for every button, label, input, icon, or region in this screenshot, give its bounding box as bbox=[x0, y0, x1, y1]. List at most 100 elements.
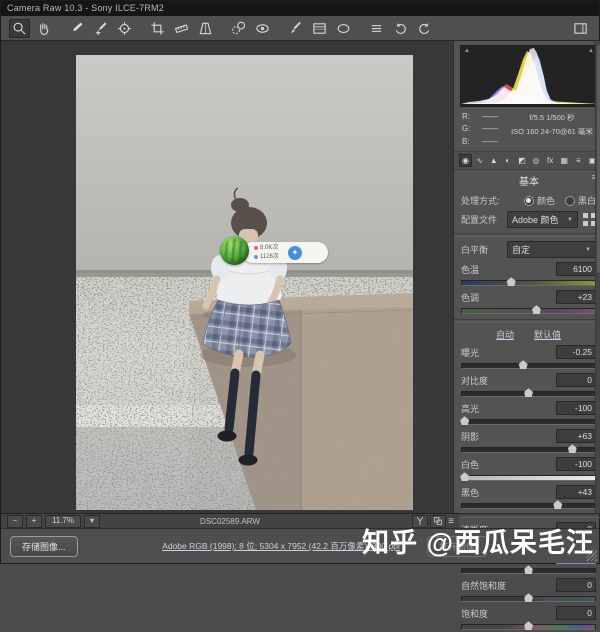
adjustment-brush-tool[interactable] bbox=[285, 19, 306, 38]
tab-effects[interactable]: fx bbox=[544, 154, 557, 167]
save-image-button[interactable]: 存储图像... bbox=[10, 536, 78, 557]
slider-value-field[interactable]: 0 bbox=[556, 373, 596, 387]
slider-value-field[interactable]: +63 bbox=[556, 429, 596, 443]
photo-preview[interactable]: 8.0K次 1126次 ✦ bbox=[76, 55, 413, 510]
sticker-stat1: 8.0K次 bbox=[260, 244, 278, 253]
spot-removal-tool[interactable] bbox=[228, 19, 249, 38]
slider-value-field[interactable]: 0 bbox=[556, 578, 596, 592]
white-balance-tool[interactable] bbox=[66, 19, 87, 38]
zoom-out-button[interactable]: − bbox=[7, 515, 23, 528]
tab-hsl[interactable]: ◐ bbox=[501, 154, 514, 167]
slider-track[interactable] bbox=[461, 419, 596, 425]
red-eye-tool[interactable] bbox=[252, 19, 273, 38]
tab-tone-curve[interactable]: ∿ bbox=[473, 154, 486, 167]
slider-value-field[interactable]: -100 bbox=[556, 401, 596, 415]
tab-basic[interactable]: ◉ bbox=[459, 154, 472, 167]
white-balance-label: 白平衡 bbox=[461, 243, 507, 256]
tab-split-toning[interactable]: ◩ bbox=[515, 154, 528, 167]
panel-scrollbar[interactable] bbox=[595, 41, 600, 513]
slider-track[interactable] bbox=[461, 503, 596, 509]
tab-detail[interactable]: ▲ bbox=[487, 154, 500, 167]
graduated-filter-tool[interactable] bbox=[309, 19, 330, 38]
highlight-clipping-indicator[interactable]: ▲ bbox=[588, 47, 594, 55]
slider-value-field[interactable]: 6100 bbox=[556, 262, 596, 276]
tab-lens-corrections[interactable]: ◎ bbox=[530, 154, 543, 167]
rotate-right-button[interactable] bbox=[414, 19, 435, 38]
transform-icon bbox=[198, 21, 213, 36]
slider-thumb[interactable] bbox=[532, 305, 541, 314]
targeted-adjustment-tool[interactable] bbox=[114, 19, 135, 38]
white-balance-dropdown[interactable]: 自定 ▼ bbox=[507, 241, 596, 258]
zoom-level-select[interactable]: 11.7% bbox=[45, 515, 81, 528]
photo-illustration bbox=[76, 55, 413, 510]
slider-thumb[interactable] bbox=[460, 472, 469, 481]
slider-track[interactable] bbox=[461, 475, 596, 481]
slider-thumb[interactable] bbox=[568, 444, 577, 453]
rotate-left-button[interactable] bbox=[390, 19, 411, 38]
slider-track[interactable] bbox=[461, 363, 596, 369]
slider-row: 阴影 +63 bbox=[461, 429, 596, 443]
slider-thumb[interactable] bbox=[524, 593, 533, 602]
shadow-clipping-indicator[interactable]: ▲ bbox=[464, 47, 470, 55]
color-sampler-tool[interactable] bbox=[90, 19, 111, 38]
divider bbox=[454, 514, 600, 518]
sticker-badge-icon: ✦ bbox=[288, 246, 302, 260]
slider-thumb[interactable] bbox=[519, 360, 528, 369]
tone-sliders: 曝光 -0.25 对比度 0 高光 -100 阴影 +63 白色 -100 黑色… bbox=[461, 345, 596, 509]
tab-presets[interactable]: ≡ bbox=[572, 154, 585, 167]
rgb-row: R:—— bbox=[462, 111, 506, 123]
slider-thumb[interactable] bbox=[524, 565, 533, 574]
divider bbox=[454, 233, 600, 237]
auto-link[interactable]: 自动 bbox=[496, 328, 514, 341]
slider-value-field[interactable]: -0.25 bbox=[556, 345, 596, 359]
slider-value-field[interactable]: -100 bbox=[556, 457, 596, 471]
slider-track[interactable] bbox=[461, 280, 596, 286]
toggle-fullscreen-button[interactable] bbox=[570, 19, 591, 38]
slider-thumb[interactable] bbox=[553, 500, 562, 509]
slider-track[interactable] bbox=[461, 308, 596, 314]
crop-tool[interactable] bbox=[147, 19, 168, 38]
slider-label: 白色 bbox=[461, 458, 479, 471]
dropper-icon bbox=[69, 21, 84, 36]
slider-thumb[interactable] bbox=[507, 277, 516, 286]
fullscreen-icon bbox=[573, 21, 588, 36]
zoom-dropdown-arrow[interactable]: ▾ bbox=[84, 515, 100, 528]
profile-value: Adobe 颜色 bbox=[512, 213, 559, 226]
straighten-tool[interactable] bbox=[171, 19, 192, 38]
transform-tool[interactable] bbox=[195, 19, 216, 38]
zoom-in-button[interactable]: + bbox=[26, 515, 42, 528]
treatment-option-label: 黑白 bbox=[578, 194, 596, 207]
profile-dropdown[interactable]: Adobe 颜色 ▼ bbox=[507, 211, 578, 228]
slider-value-field[interactable]: +23 bbox=[556, 290, 596, 304]
treatment-radio-1[interactable] bbox=[565, 196, 575, 206]
hand-tool[interactable] bbox=[33, 19, 54, 38]
slider-label: 曝光 bbox=[461, 346, 479, 359]
white-balance-value: 自定 bbox=[512, 243, 530, 256]
chevron-down-icon: ▼ bbox=[585, 247, 591, 253]
redeye-icon bbox=[255, 21, 270, 36]
grad-icon bbox=[312, 21, 327, 36]
slider-value-field[interactable]: 0 bbox=[556, 606, 596, 620]
slider-thumb[interactable] bbox=[524, 621, 533, 630]
slider-track[interactable] bbox=[461, 391, 596, 397]
default-link[interactable]: 默认值 bbox=[534, 328, 561, 341]
tab-calibration[interactable]: ▦ bbox=[558, 154, 571, 167]
preferences-button[interactable] bbox=[366, 19, 387, 38]
treatment-radio-0[interactable] bbox=[524, 196, 534, 206]
slider-value-field[interactable]: +43 bbox=[556, 485, 596, 499]
slider-track[interactable] bbox=[461, 624, 596, 630]
divider bbox=[454, 319, 600, 323]
slider-thumb[interactable] bbox=[524, 388, 533, 397]
zoom-tool[interactable] bbox=[9, 19, 30, 38]
ruler-icon bbox=[174, 21, 189, 36]
slider-track[interactable] bbox=[461, 568, 596, 574]
preview-canvas[interactable]: 8.0K次 1126次 ✦ bbox=[1, 41, 454, 513]
exposure-info: R:——G:——B:—— f/5.5 1/500 秒 ISO 160 24-70… bbox=[454, 109, 600, 151]
slider-thumb[interactable] bbox=[460, 416, 469, 425]
histogram-plot bbox=[461, 46, 597, 104]
slider-track[interactable] bbox=[461, 447, 596, 453]
slider-label: 饱和度 bbox=[461, 607, 488, 620]
slider-track[interactable] bbox=[461, 596, 596, 602]
rgb-row: B:—— bbox=[462, 136, 506, 148]
radial-filter-tool[interactable] bbox=[333, 19, 354, 38]
